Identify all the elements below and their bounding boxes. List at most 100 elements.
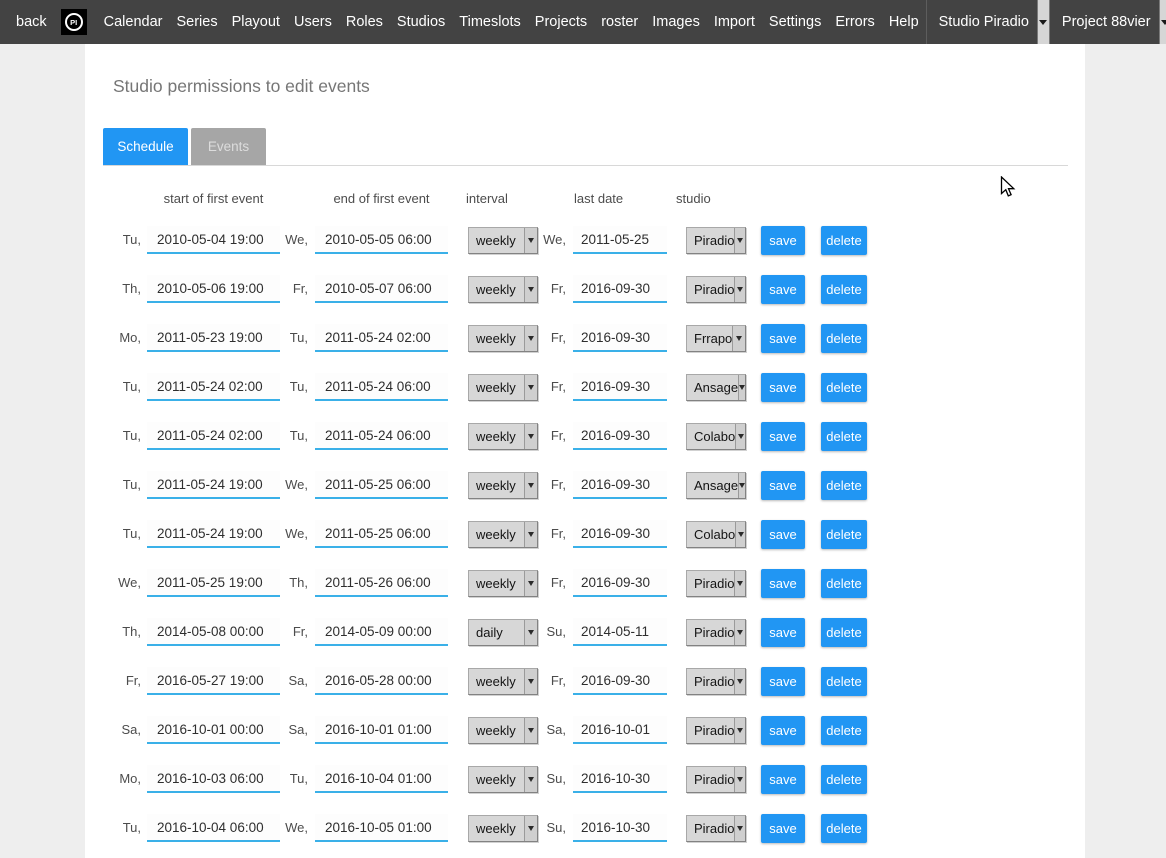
delete-button[interactable]: delete <box>821 667 867 696</box>
delete-button[interactable]: delete <box>821 226 867 255</box>
studio-select[interactable]: Colabo <box>686 521 746 548</box>
nav-item[interactable]: Help <box>882 14 926 30</box>
start-datetime-input[interactable] <box>147 324 280 352</box>
interval-select[interactable]: weekly <box>468 766 538 793</box>
last-date-input[interactable] <box>573 324 667 352</box>
nav-item[interactable]: Studios <box>390 14 452 30</box>
interval-select[interactable]: daily <box>468 619 538 646</box>
back-link[interactable]: back <box>0 14 55 30</box>
last-date-input[interactable] <box>573 275 667 303</box>
nav-item[interactable]: roster <box>594 14 645 30</box>
save-button[interactable]: save <box>761 324 805 353</box>
start-datetime-input[interactable] <box>147 226 280 254</box>
start-datetime-input[interactable] <box>147 569 280 597</box>
piradio-logo-icon[interactable]: PI <box>61 9 87 35</box>
nav-item[interactable]: Settings <box>762 14 828 30</box>
save-button[interactable]: save <box>761 667 805 696</box>
interval-select[interactable]: weekly <box>468 423 538 450</box>
save-button[interactable]: save <box>761 275 805 304</box>
studio-select[interactable]: Piradio <box>686 766 746 793</box>
delete-button[interactable]: delete <box>821 471 867 500</box>
nav-item[interactable]: Timeslots <box>452 14 528 30</box>
last-date-input[interactable] <box>573 226 667 254</box>
studio-select[interactable]: Piradio <box>686 717 746 744</box>
nav-item[interactable]: Users <box>287 14 339 30</box>
start-datetime-input[interactable] <box>147 373 280 401</box>
delete-button[interactable]: delete <box>821 765 867 794</box>
studio-select[interactable]: Piradio <box>686 276 746 303</box>
start-datetime-input[interactable] <box>147 765 280 793</box>
last-date-input[interactable] <box>573 618 667 646</box>
tab-events[interactable]: Events <box>191 128 266 165</box>
save-button[interactable]: save <box>761 422 805 451</box>
save-button[interactable]: save <box>761 618 805 647</box>
nav-item[interactable]: Projects <box>528 14 594 30</box>
end-datetime-input[interactable] <box>315 814 448 842</box>
project-selector[interactable]: Project 88vier <box>1050 14 1159 30</box>
start-datetime-input[interactable] <box>147 471 280 499</box>
end-datetime-input[interactable] <box>315 275 448 303</box>
interval-select[interactable]: weekly <box>468 472 538 499</box>
last-date-input[interactable] <box>573 716 667 744</box>
interval-select[interactable]: weekly <box>468 668 538 695</box>
save-button[interactable]: save <box>761 716 805 745</box>
end-datetime-input[interactable] <box>315 226 448 254</box>
studio-select[interactable]: Piradio <box>686 227 746 254</box>
start-datetime-input[interactable] <box>147 667 280 695</box>
end-datetime-input[interactable] <box>315 471 448 499</box>
last-date-input[interactable] <box>573 569 667 597</box>
start-datetime-input[interactable] <box>147 520 280 548</box>
studio-select[interactable]: Piradio <box>686 570 746 597</box>
save-button[interactable]: save <box>761 226 805 255</box>
nav-item[interactable]: Import <box>707 14 762 30</box>
save-button[interactable]: save <box>761 814 805 843</box>
nav-item[interactable]: Errors <box>828 14 881 30</box>
nav-item[interactable]: Series <box>169 14 224 30</box>
nav-item[interactable]: Roles <box>339 14 390 30</box>
save-button[interactable]: save <box>761 373 805 402</box>
end-datetime-input[interactable] <box>315 569 448 597</box>
end-datetime-input[interactable] <box>315 520 448 548</box>
delete-button[interactable]: delete <box>821 716 867 745</box>
studio-selector[interactable]: Studio Piradio <box>927 14 1037 30</box>
delete-button[interactable]: delete <box>821 569 867 598</box>
delete-button[interactable]: delete <box>821 814 867 843</box>
last-date-input[interactable] <box>573 471 667 499</box>
delete-button[interactable]: delete <box>821 373 867 402</box>
end-datetime-input[interactable] <box>315 422 448 450</box>
delete-button[interactable]: delete <box>821 618 867 647</box>
end-datetime-input[interactable] <box>315 765 448 793</box>
end-datetime-input[interactable] <box>315 716 448 744</box>
start-datetime-input[interactable] <box>147 618 280 646</box>
save-button[interactable]: save <box>761 569 805 598</box>
delete-button[interactable]: delete <box>821 275 867 304</box>
interval-select[interactable]: weekly <box>468 374 538 401</box>
studio-select[interactable]: Colabo <box>686 423 746 450</box>
nav-item[interactable]: Calendar <box>97 14 170 30</box>
start-datetime-input[interactable] <box>147 814 280 842</box>
last-date-input[interactable] <box>573 520 667 548</box>
nav-item[interactable]: Playout <box>225 14 287 30</box>
studio-select[interactable]: Piradio <box>686 815 746 842</box>
delete-button[interactable]: delete <box>821 324 867 353</box>
last-date-input[interactable] <box>573 765 667 793</box>
studio-select[interactable]: Piradio <box>686 668 746 695</box>
studio-select[interactable]: Frrapo <box>686 325 746 352</box>
start-datetime-input[interactable] <box>147 275 280 303</box>
save-button[interactable]: save <box>761 520 805 549</box>
interval-select[interactable]: weekly <box>468 570 538 597</box>
interval-select[interactable]: weekly <box>468 276 538 303</box>
delete-button[interactable]: delete <box>821 520 867 549</box>
interval-select[interactable]: weekly <box>468 227 538 254</box>
interval-select[interactable]: weekly <box>468 815 538 842</box>
project-selector-chevron-down-icon[interactable] <box>1159 0 1166 44</box>
end-datetime-input[interactable] <box>315 667 448 695</box>
last-date-input[interactable] <box>573 667 667 695</box>
studio-selector-chevron-down-icon[interactable] <box>1037 0 1050 44</box>
last-date-input[interactable] <box>573 814 667 842</box>
interval-select[interactable]: weekly <box>468 521 538 548</box>
start-datetime-input[interactable] <box>147 716 280 744</box>
nav-item[interactable]: Images <box>645 14 707 30</box>
tab-schedule[interactable]: Schedule <box>103 128 188 165</box>
studio-select[interactable]: Ansage <box>686 472 746 499</box>
